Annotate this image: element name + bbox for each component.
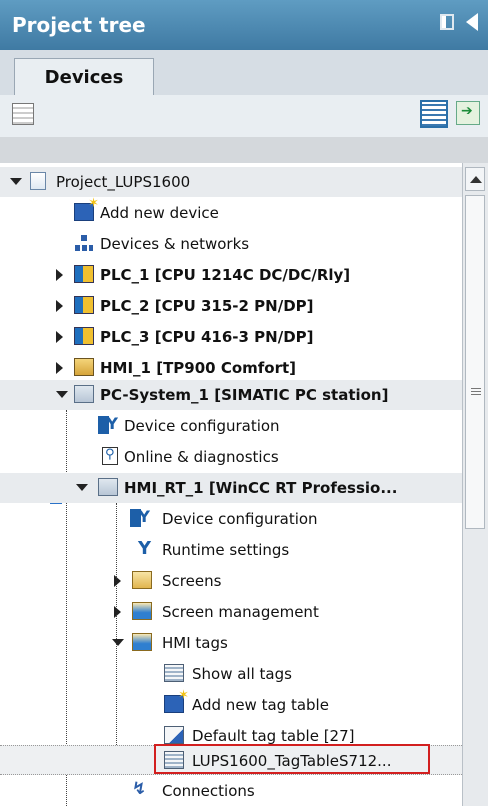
hmi-icon bbox=[74, 358, 94, 376]
tree-item-label: Connections bbox=[162, 782, 255, 800]
tree-item-plc3[interactable]: PLC_3 [CPU 416-3 PN/DP] bbox=[0, 322, 462, 352]
plc-icon bbox=[74, 327, 94, 345]
tab-devices[interactable]: Devices bbox=[14, 58, 154, 95]
network-icon bbox=[74, 234, 94, 252]
header-band bbox=[0, 137, 488, 163]
tree-item-hmi-rt[interactable]: HMI_RT_1 [WinCC RT Professio... bbox=[0, 473, 462, 503]
tree-item-label: Screen management bbox=[162, 603, 319, 621]
screen-management-folder-icon bbox=[132, 602, 152, 620]
scrollbar-thumb[interactable] bbox=[465, 195, 485, 529]
overview-icon[interactable] bbox=[420, 100, 448, 128]
tree-item-add-new-device[interactable]: Add new device bbox=[0, 196, 462, 228]
default-tag-table-icon bbox=[164, 726, 184, 744]
scroll-up-icon[interactable] bbox=[465, 167, 485, 191]
hmi-tags-folder-icon bbox=[132, 633, 152, 651]
tree-item-online-diagnostics[interactable]: Online & diagnostics bbox=[0, 442, 462, 472]
runtime-settings-icon bbox=[134, 538, 154, 559]
tree-item-label: Screens bbox=[162, 572, 222, 590]
expand-toggle-icon[interactable] bbox=[56, 269, 63, 281]
project-tree-header: Project tree bbox=[0, 0, 488, 50]
tree-item-label: Device configuration bbox=[124, 417, 280, 435]
expand-toggle-icon[interactable] bbox=[56, 362, 63, 374]
tree-item-runtime-settings[interactable]: Runtime settings bbox=[0, 535, 462, 565]
expand-toggle-icon[interactable] bbox=[114, 606, 121, 618]
tree-item-label: PLC_1 [CPU 1214C DC/DC/Rly] bbox=[100, 266, 351, 284]
expand-toggle-icon[interactable] bbox=[10, 178, 22, 185]
plc-icon bbox=[74, 296, 94, 314]
plc-icon bbox=[74, 265, 94, 283]
tree-item-label: Devices & networks bbox=[100, 235, 250, 253]
expand-toggle-icon[interactable] bbox=[114, 575, 121, 587]
tree-item-label: Online & diagnostics bbox=[124, 448, 279, 466]
tree-item-label: Default tag table [27] bbox=[192, 727, 355, 745]
folder-icon bbox=[132, 571, 152, 589]
add-device-icon bbox=[74, 196, 99, 221]
pc-station-icon bbox=[74, 385, 94, 403]
tree-item-connections[interactable]: Connections bbox=[0, 776, 462, 806]
expand-toggle-icon[interactable] bbox=[56, 300, 63, 312]
collapse-panel-icon[interactable] bbox=[466, 13, 478, 31]
tree-item-label: PLC_2 [CPU 315-2 PN/DP] bbox=[100, 297, 314, 315]
panel-layout-icon[interactable] bbox=[440, 14, 454, 30]
tree-item-label: PC-System_1 [SIMATIC PC station] bbox=[100, 386, 389, 404]
toolbar-action-icon[interactable] bbox=[12, 103, 34, 125]
vertical-scrollbar[interactable] bbox=[462, 163, 488, 806]
tree-item-rt-device-configuration[interactable]: Device configuration bbox=[0, 504, 462, 534]
tree-item-plc2[interactable]: PLC_2 [CPU 315-2 PN/DP] bbox=[0, 291, 462, 321]
hmi-runtime-icon bbox=[98, 478, 118, 496]
project-tree-toolbar bbox=[0, 95, 488, 137]
device-configuration-icon bbox=[130, 507, 150, 527]
panel-title: Project tree bbox=[12, 13, 146, 37]
tree-item-project[interactable]: Project_LUPS1600 bbox=[0, 167, 462, 197]
tree-item-label: Add new device bbox=[100, 204, 219, 222]
tree-item-screens[interactable]: Screens bbox=[0, 566, 462, 596]
tree-item-label: HMI tags bbox=[162, 634, 228, 652]
device-configuration-icon bbox=[98, 414, 118, 434]
tab-strip: Devices bbox=[0, 50, 488, 96]
expand-toggle-icon[interactable] bbox=[112, 639, 124, 646]
tree-item-label: HMI_1 [TP900 Comfort] bbox=[100, 359, 297, 377]
title-bar-controls bbox=[440, 13, 478, 31]
add-tag-table-icon bbox=[164, 688, 189, 713]
tree-item-label: PLC_3 [CPU 416-3 PN/DP] bbox=[100, 328, 314, 346]
tree-item-devices-networks[interactable]: Devices & networks bbox=[0, 229, 462, 259]
expand-toggle-icon[interactable] bbox=[56, 331, 63, 343]
tree-item-label: Show all tags bbox=[192, 665, 292, 683]
tree-item-screen-management[interactable]: Screen management bbox=[0, 597, 462, 627]
tree-item-label: Device configuration bbox=[162, 510, 318, 528]
project-tree: Project_LUPS1600 Add new device Devices … bbox=[0, 163, 462, 806]
tree-item-label: Runtime settings bbox=[162, 541, 290, 559]
tree-item-hmi1[interactable]: HMI_1 [TP900 Comfort] bbox=[0, 353, 462, 383]
expand-toggle-icon[interactable] bbox=[76, 484, 88, 491]
tree-item-pc-system[interactable]: PC-System_1 [SIMATIC PC station] bbox=[0, 380, 462, 410]
online-diagnostics-icon bbox=[102, 447, 118, 465]
tree-item-label: HMI_RT_1 [WinCC RT Professio... bbox=[124, 479, 398, 497]
tree-item-label: Add new tag table bbox=[192, 696, 329, 714]
connections-icon bbox=[130, 779, 150, 799]
expand-toggle-icon[interactable] bbox=[56, 391, 68, 398]
tree-item-label: Project_LUPS1600 bbox=[56, 173, 191, 191]
selection-highlight-box bbox=[154, 744, 430, 774]
tag-table-icon bbox=[164, 664, 184, 682]
tree-item-plc1[interactable]: PLC_1 [CPU 1214C DC/DC/Rly] bbox=[0, 260, 462, 290]
project-icon bbox=[30, 172, 46, 190]
grip-icon bbox=[471, 386, 481, 395]
tree-item-show-all-tags[interactable]: Show all tags bbox=[0, 659, 462, 689]
tree-item-add-new-tag-table[interactable]: Add new tag table bbox=[0, 688, 462, 720]
tree-item-pc-device-configuration[interactable]: Device configuration bbox=[0, 411, 462, 441]
export-icon[interactable] bbox=[456, 101, 480, 125]
tree-item-hmi-tags[interactable]: HMI tags bbox=[0, 628, 462, 658]
